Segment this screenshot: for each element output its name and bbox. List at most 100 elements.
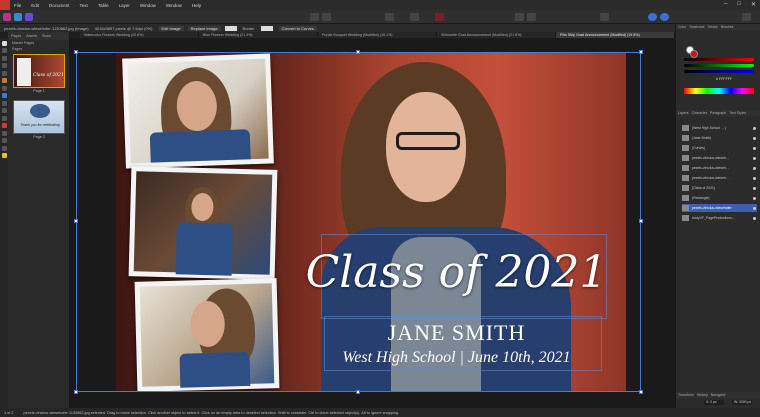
tab-transform[interactable]: Transform	[678, 393, 694, 397]
share-icon[interactable]	[742, 13, 751, 21]
master-page-icon[interactable]	[410, 13, 419, 21]
transform-x-field[interactable]: X: 0 px	[704, 400, 724, 405]
polaroid-2[interactable]	[128, 166, 278, 280]
align-icon[interactable]	[600, 13, 609, 21]
tab-navigator[interactable]: Navigator	[711, 393, 726, 397]
convert-to-curves-button[interactable]: Convert to Curves	[278, 25, 317, 31]
tab-history[interactable]: History	[697, 393, 708, 397]
move-tool-icon[interactable]	[1, 40, 7, 46]
layer-row[interactable]: (Rectangle)	[682, 194, 757, 202]
visibility-icon[interactable]	[753, 216, 756, 220]
stroke-color-swatch[interactable]	[690, 50, 698, 58]
tab-character[interactable]: Character	[692, 111, 707, 115]
border-swatch[interactable]	[260, 25, 273, 31]
layer-row[interactable]: (West High School ... )	[682, 124, 757, 132]
menu-window[interactable]: Window	[166, 3, 182, 8]
fill-tool-icon[interactable]	[1, 78, 7, 83]
zoom-tool-icon[interactable]	[1, 145, 7, 151]
frame-text-tool-icon[interactable]	[1, 93, 7, 98]
tab-assets[interactable]: Assets	[26, 34, 37, 38]
order-back-icon[interactable]	[515, 13, 524, 21]
text-frame-icon[interactable]	[435, 13, 444, 21]
pencil-tool-icon[interactable]	[1, 70, 7, 76]
page-1-thumbnail[interactable]: Class of 2021	[13, 54, 65, 88]
polaroid-3[interactable]	[134, 278, 280, 392]
document-page[interactable]: Class of 2021 JANE SMITH West High Schoo…	[116, 52, 626, 392]
view-tool-icon[interactable]	[1, 138, 7, 143]
hex-value[interactable]: # FFFFFF	[716, 77, 732, 81]
visibility-icon[interactable]	[753, 136, 756, 140]
menu-view[interactable]: Window	[140, 3, 156, 8]
resize-handle-bottom-left[interactable]	[74, 390, 78, 394]
rectangle-tool-icon[interactable]	[1, 115, 7, 121]
pen-tool-icon[interactable]	[1, 63, 7, 68]
canvas-name[interactable]: JANE SMITH	[304, 320, 609, 346]
tab-paragraph[interactable]: Paragraph	[710, 111, 726, 115]
pages-label[interactable]: Pages	[8, 46, 69, 52]
menu-text[interactable]: Text	[80, 3, 88, 8]
visibility-icon[interactable]	[753, 126, 756, 130]
visibility-icon[interactable]	[753, 206, 756, 210]
view-mode-icon[interactable]	[385, 13, 394, 21]
visibility-icon[interactable]	[753, 176, 756, 180]
fill-swatch[interactable]	[224, 25, 237, 31]
visibility-icon[interactable]	[753, 166, 756, 170]
layer-row[interactable]: (Curves)	[682, 144, 757, 152]
tab-color[interactable]: Color	[678, 25, 686, 29]
resize-handle-top-left[interactable]	[74, 50, 78, 54]
minimize-icon[interactable]: –	[724, 1, 727, 8]
polaroid-1[interactable]	[122, 53, 274, 169]
tab-brushes[interactable]: Brushes	[721, 25, 734, 29]
layer-row[interactable]: (Class of 2021)	[682, 184, 757, 192]
transform-w-field[interactable]: W: 3300 px	[732, 400, 752, 405]
layer-row[interactable]: pexels-vinicius-wieseh...	[682, 154, 757, 162]
artistic-text-tool-icon[interactable]	[1, 100, 7, 106]
layer-row-selected[interactable]: pexels-vinicius-wiesehofer	[682, 204, 757, 212]
visibility-icon[interactable]	[753, 156, 756, 160]
menu-document[interactable]: Document	[49, 3, 70, 8]
ellipse-tool-icon[interactable]	[1, 123, 7, 128]
canvas-title[interactable]: Class of 2021	[304, 247, 609, 298]
tab-swatches[interactable]: Swatches	[689, 25, 704, 29]
replace-image-button[interactable]: Replace Image	[187, 25, 221, 31]
blue-slider[interactable]	[684, 70, 754, 73]
layer-row[interactable]: AndyVF_PageProductions...	[682, 214, 757, 222]
visibility-icon[interactable]	[753, 196, 756, 200]
red-slider[interactable]	[684, 58, 754, 61]
visibility-icon[interactable]	[753, 146, 756, 150]
page-indicator[interactable]: 1 of 2	[4, 411, 14, 415]
boolean-subtract-icon[interactable]	[660, 13, 669, 21]
menu-help[interactable]: Help	[192, 3, 201, 8]
layer-row[interactable]: pexels-vinicius-wieseh...	[682, 174, 757, 182]
table-tool-icon[interactable]	[1, 55, 7, 61]
layer-row[interactable]: (Jane Smith)	[682, 134, 757, 142]
photo-persona-icon[interactable]	[14, 13, 22, 21]
green-slider[interactable]	[684, 64, 754, 67]
maximize-icon[interactable]: □	[737, 1, 741, 8]
canvas-subtitle[interactable]: West High School | June 10th, 2021	[304, 349, 609, 367]
color-spectrum[interactable]	[684, 88, 754, 94]
tab-text-styles[interactable]: Text Styles	[729, 111, 746, 115]
visibility-icon[interactable]	[753, 186, 756, 190]
layer-row[interactable]: pexels-vinicius-wieseh...	[682, 164, 757, 172]
preflight-icon[interactable]	[310, 13, 319, 21]
page-2-thumbnail[interactable]: Thank you for celebrating	[13, 100, 65, 134]
resize-handle-bottom-right[interactable]	[639, 390, 643, 394]
edit-image-button[interactable]: Edit Image	[158, 25, 184, 31]
publisher-persona-icon[interactable]	[3, 13, 11, 21]
document-workspace[interactable]: Class of 2021 JANE SMITH West High Schoo…	[70, 38, 675, 408]
tab-stroke[interactable]: Stroke	[708, 25, 718, 29]
designer-persona-icon[interactable]	[25, 13, 33, 21]
menu-layer[interactable]: Layer	[119, 3, 130, 8]
snapping-icon[interactable]	[322, 13, 331, 21]
color-picker-tool-icon[interactable]	[1, 153, 7, 158]
tab-pages[interactable]: Pages	[11, 34, 21, 38]
transparency-tool-icon[interactable]	[1, 85, 7, 91]
node-tool-icon[interactable]	[1, 48, 7, 53]
menu-file[interactable]: File	[14, 3, 21, 8]
tab-layers[interactable]: Layers	[678, 111, 689, 115]
menu-table[interactable]: Table	[98, 3, 109, 8]
close-icon[interactable]: ✕	[751, 1, 756, 8]
boolean-add-icon[interactable]	[648, 13, 657, 21]
picture-frame-tool-icon[interactable]	[1, 108, 7, 113]
